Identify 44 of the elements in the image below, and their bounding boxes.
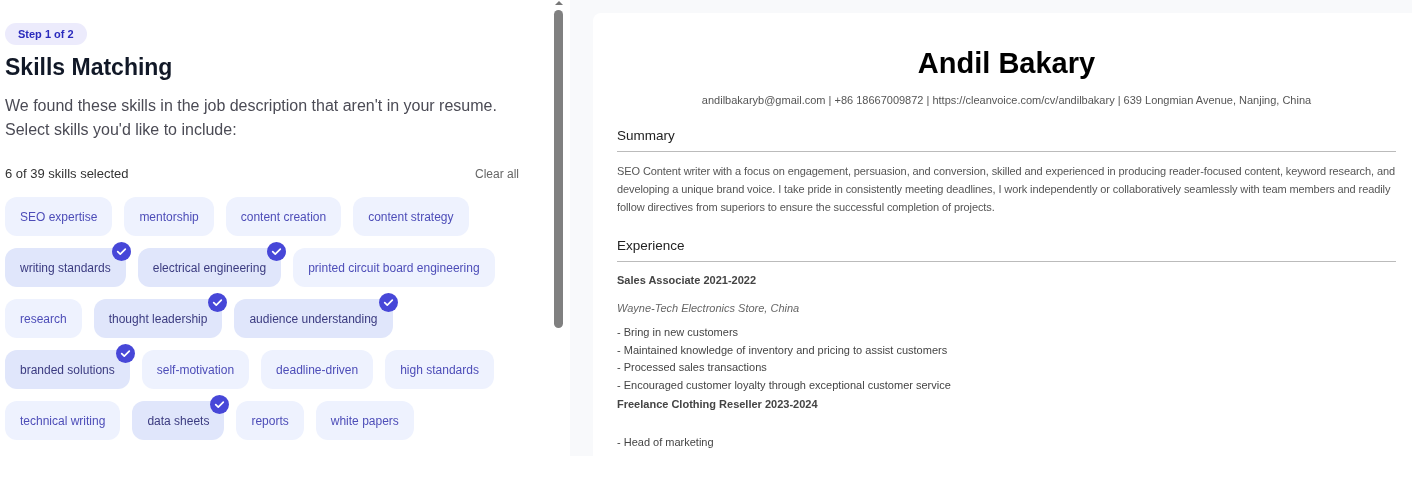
check-icon	[111, 242, 131, 261]
check-icon	[115, 344, 135, 363]
contact-line: andilbakaryb@gmail.com | +86 18667009872 | https://cleanvoice.com/cv/andilbakary | 639 Longmian Avenue, Nanjing, China	[700, 94, 1313, 106]
job-title: Sales Associate 2021-2022	[617, 274, 758, 286]
section-heading: Summary	[617, 128, 1396, 152]
selection-count: 6 of 39 skills selected	[5, 166, 129, 181]
employer-text: Wayne-Tech Electronics Store, China	[617, 302, 801, 314]
clear-all-button[interactable]: Clear all	[475, 166, 519, 181]
resume-name: Andil Bakary	[916, 47, 1097, 80]
bullet-text: - Head of marketing	[617, 435, 715, 451]
summary-text: SEO Content writer with a focus on engagement, persuasion, and conversion, skilled and experienced in producing reader-focused content, keyword research, and developing a unique brand voice. I take pride in consistently meeting deadlines, I work independently or collaboratively seamlessly with team members and readily follow directives from superiors to ensure the successful completion of projects.	[617, 164, 1396, 215]
bullet-text: - Encouraged customer loyalty through exceptional customer service	[617, 377, 952, 393]
scrollbar-thumb[interactable]	[554, 10, 563, 328]
page-title: Skills Matching	[5, 54, 174, 81]
intro-text: We found these skills in the job description that aren't in your resume. Select skills you'd like to include:	[5, 96, 498, 140]
skill-chip[interactable]: technical writing	[5, 401, 121, 440]
skill-chip[interactable]: SEO expertise	[5, 197, 113, 236]
check-icon	[210, 395, 230, 414]
skill-chip[interactable]: content creation	[225, 197, 342, 236]
skill-chip[interactable]: white papers	[315, 401, 414, 440]
skill-chip[interactable]: electrical engineering	[137, 248, 282, 287]
job-title: Freelance Clothing Reseller 2023-2024	[617, 398, 819, 411]
bullet-text: - Processed sales transactions	[617, 360, 768, 376]
step-badge: Step 1 of 2	[5, 23, 87, 45]
skill-chip[interactable]: self-motivation	[141, 350, 250, 389]
check-icon	[267, 242, 287, 261]
check-icon	[208, 293, 228, 312]
skill-chip[interactable]: data sheets	[132, 401, 225, 440]
check-icon	[378, 293, 398, 312]
skill-chip[interactable]: audience understanding	[234, 299, 393, 338]
skill-chip[interactable]: thought leadership	[93, 299, 223, 338]
skill-chip[interactable]: reports	[236, 401, 304, 440]
section-heading: Experience	[617, 238, 1396, 262]
skill-chip[interactable]: research	[5, 299, 82, 338]
skill-chip[interactable]: deadline-driven	[261, 350, 374, 389]
skill-chip[interactable]: mentorship	[124, 197, 214, 236]
scroll-up-arrow-icon[interactable]	[554, 0, 564, 5]
bullet-text: - Maintained knowledge of inventory and pricing to assist customers	[617, 342, 949, 358]
skill-chip[interactable]: branded solutions	[5, 350, 130, 389]
bullet-text: - Bring in new customers	[617, 325, 740, 340]
skill-chip[interactable]: high standards	[385, 350, 494, 389]
skill-chip[interactable]: writing standards	[5, 248, 126, 287]
skill-chip[interactable]: printed circuit board engineering	[293, 248, 495, 287]
skill-chip[interactable]: content strategy	[353, 197, 469, 236]
